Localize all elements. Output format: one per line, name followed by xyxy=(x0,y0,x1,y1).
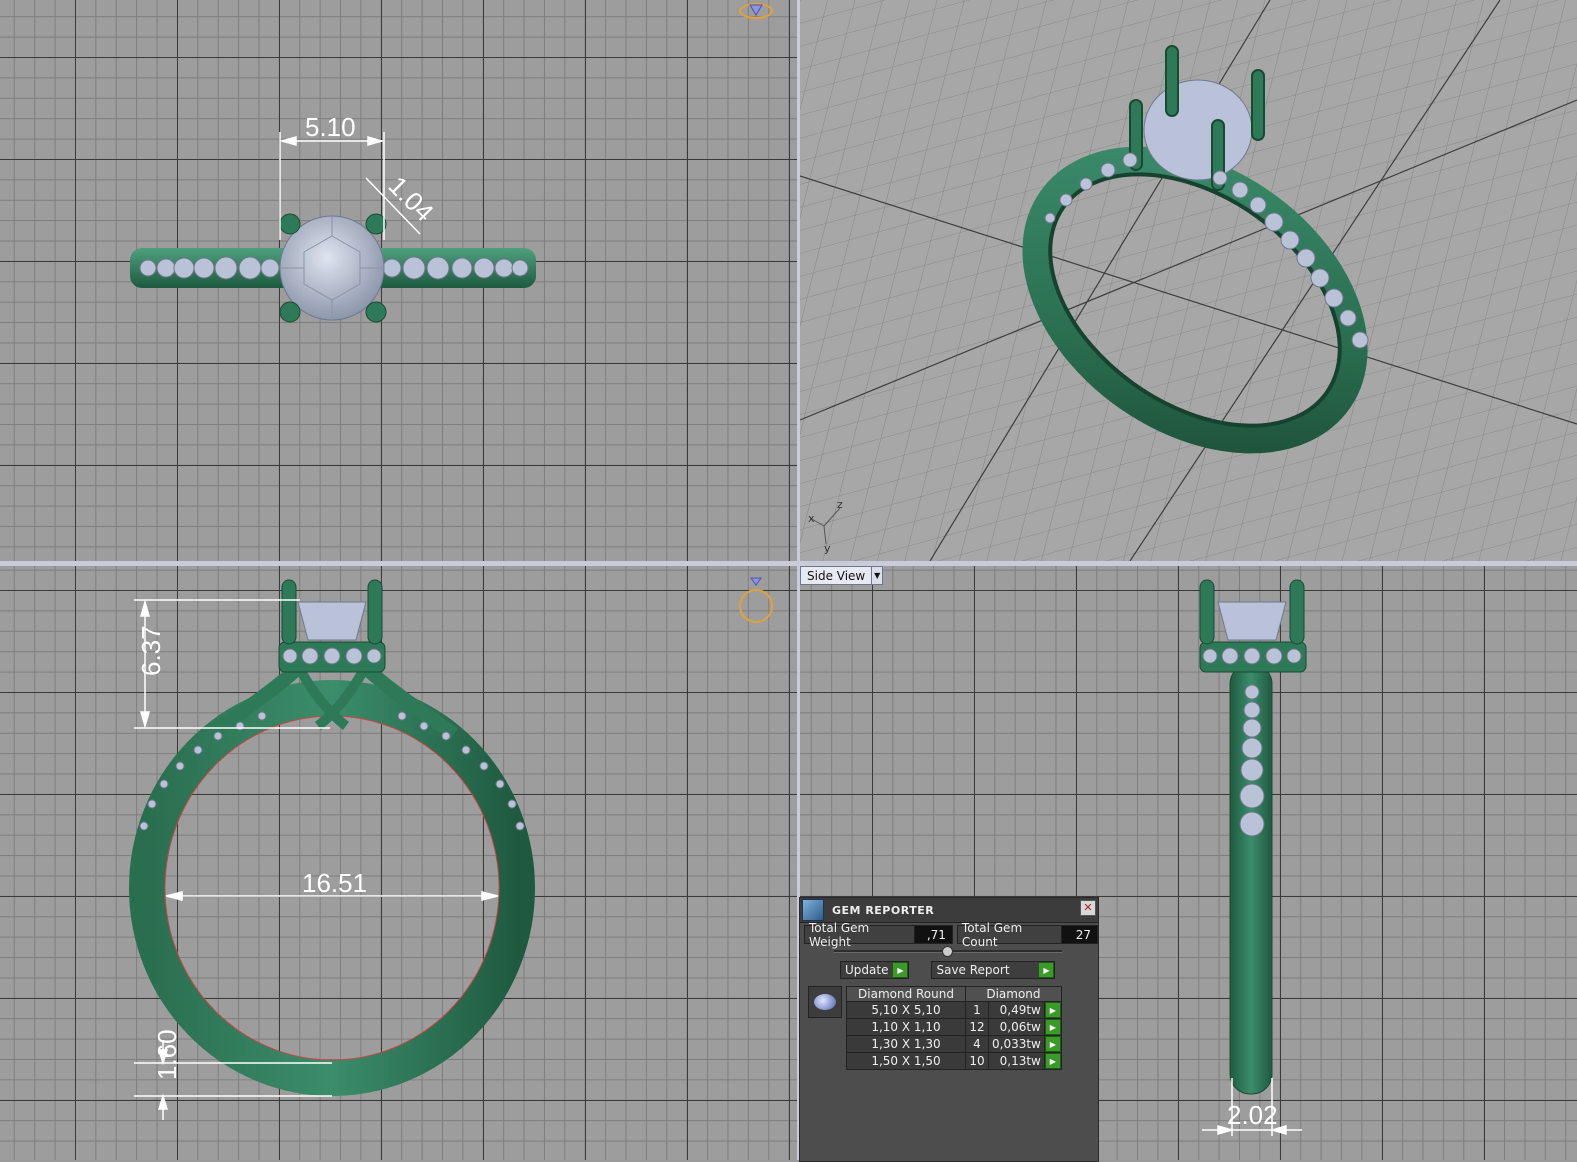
diamond-round-thumbnail-icon[interactable] xyxy=(808,986,842,1018)
viewport-divider-horizontal[interactable] xyxy=(0,561,1577,566)
gem-size-cell: 1,10 X 1,10 xyxy=(846,1018,966,1036)
gem-weight-cell: 0,033tw xyxy=(988,1035,1045,1053)
update-button-label: Update xyxy=(845,963,889,977)
view-selector-label: Side View xyxy=(807,568,866,583)
gem-size-cell: 1,30 X 1,30 xyxy=(846,1035,966,1053)
table-row[interactable]: 1,50 X 1,50 10 0,13tw ▶ xyxy=(846,1052,1062,1070)
gem-table: Diamond Round Diamond 5,10 X 5,10 1 0,49… xyxy=(846,986,1062,1070)
play-arrow-icon[interactable]: ▶ xyxy=(1044,1053,1061,1069)
table-row[interactable]: 1,30 X 1,30 4 0,033tw ▶ xyxy=(846,1035,1062,1053)
save-report-button[interactable]: Save Report ▶ xyxy=(931,961,1056,979)
top-gizmo-icon[interactable] xyxy=(739,3,773,19)
gem-count-cell: 1 xyxy=(965,1001,989,1019)
play-arrow-icon: ▶ xyxy=(1038,962,1055,978)
gem-weight-cell: 0,06tw xyxy=(988,1018,1045,1036)
gem-size-cell: 5,10 X 5,10 xyxy=(846,1001,966,1019)
total-gem-weight-field: Total Gem Weight ,71 xyxy=(804,921,953,949)
ring-front-model xyxy=(129,579,535,1096)
update-button[interactable]: Update ▶ xyxy=(840,961,910,979)
total-gem-weight-label: Total Gem Weight xyxy=(805,921,916,949)
play-arrow-icon[interactable]: ▶ xyxy=(1044,1002,1061,1018)
axis-x-label: x xyxy=(808,512,815,525)
front-viewport[interactable]: 6.37 16.51 1.60 xyxy=(0,566,797,1160)
gem-weight-cell: 0,13tw xyxy=(988,1052,1045,1070)
play-arrow-icon: ▶ xyxy=(892,962,909,978)
save-report-button-label: Save Report xyxy=(936,963,1010,977)
dim-top-width: 5.10 xyxy=(305,112,356,142)
table-row[interactable]: 5,10 X 5,10 1 0,49tw ▶ xyxy=(846,1001,1062,1019)
view-selector[interactable]: Side View ▼ xyxy=(800,566,884,585)
front-view-canvas: 6.37 16.51 1.60 xyxy=(129,577,773,1120)
gem-table-header-material: Diamond xyxy=(965,986,1062,1002)
play-arrow-icon[interactable]: ▶ xyxy=(1044,1036,1061,1052)
perspective-viewport[interactable]: x z y xyxy=(800,0,1577,561)
panel-collapse-knob[interactable] xyxy=(942,946,953,957)
close-icon[interactable]: ✕ xyxy=(1080,900,1096,916)
total-gem-count-field: Total Gem Count 27 xyxy=(956,921,1098,949)
gem-size-cell: 1,50 X 1,50 xyxy=(846,1052,966,1070)
axis-z-label: z xyxy=(837,498,843,511)
table-row[interactable]: 1,10 X 1,10 12 0,06tw ▶ xyxy=(846,1018,1062,1036)
total-gem-count-value: 27 xyxy=(1062,926,1097,943)
dim-front-height: 6.37 xyxy=(136,625,166,676)
gem-table-header-shape: Diamond Round xyxy=(846,986,966,1002)
gem-reporter-titlebar[interactable]: GEM REPORTER ✕ xyxy=(800,898,1098,923)
dim-top-prong: 1.04 xyxy=(383,170,440,227)
gem-reporter-panel: GEM REPORTER ✕ Total Gem Weight ,71 Tota… xyxy=(799,897,1099,1162)
total-gem-count-label: Total Gem Count xyxy=(957,921,1063,949)
top-view-canvas: 5.10 1.04 xyxy=(130,3,773,323)
dim-side-width: 2.02 xyxy=(1227,1100,1278,1130)
gem-table-area: Diamond Round Diamond 5,10 X 5,10 1 0,49… xyxy=(808,986,1062,1070)
perspective-canvas: x z y xyxy=(800,0,1577,561)
gem-count-cell: 4 xyxy=(965,1035,989,1053)
play-arrow-icon[interactable]: ▶ xyxy=(1044,1019,1061,1035)
gem-weight-cell: 0,49tw xyxy=(988,1001,1045,1019)
chevron-down-icon[interactable]: ▼ xyxy=(871,567,883,584)
ring-top-model xyxy=(130,213,536,323)
ring-side-model xyxy=(1199,579,1307,1095)
gem-reporter-title: GEM REPORTER xyxy=(832,903,935,917)
top-viewport[interactable]: 5.10 1.04 xyxy=(0,0,797,561)
axis-y-label: y xyxy=(824,542,831,555)
gem-count-cell: 10 xyxy=(965,1052,989,1070)
front-gizmo-icon[interactable] xyxy=(739,577,773,623)
dim-front-inner-diameter: 16.51 xyxy=(302,868,367,898)
dim-front-band-thickness: 1.60 xyxy=(152,1029,182,1080)
gem-count-cell: 12 xyxy=(965,1018,989,1036)
gem-reporter-icon xyxy=(802,899,824,921)
total-gem-weight-value: ,71 xyxy=(915,926,952,943)
